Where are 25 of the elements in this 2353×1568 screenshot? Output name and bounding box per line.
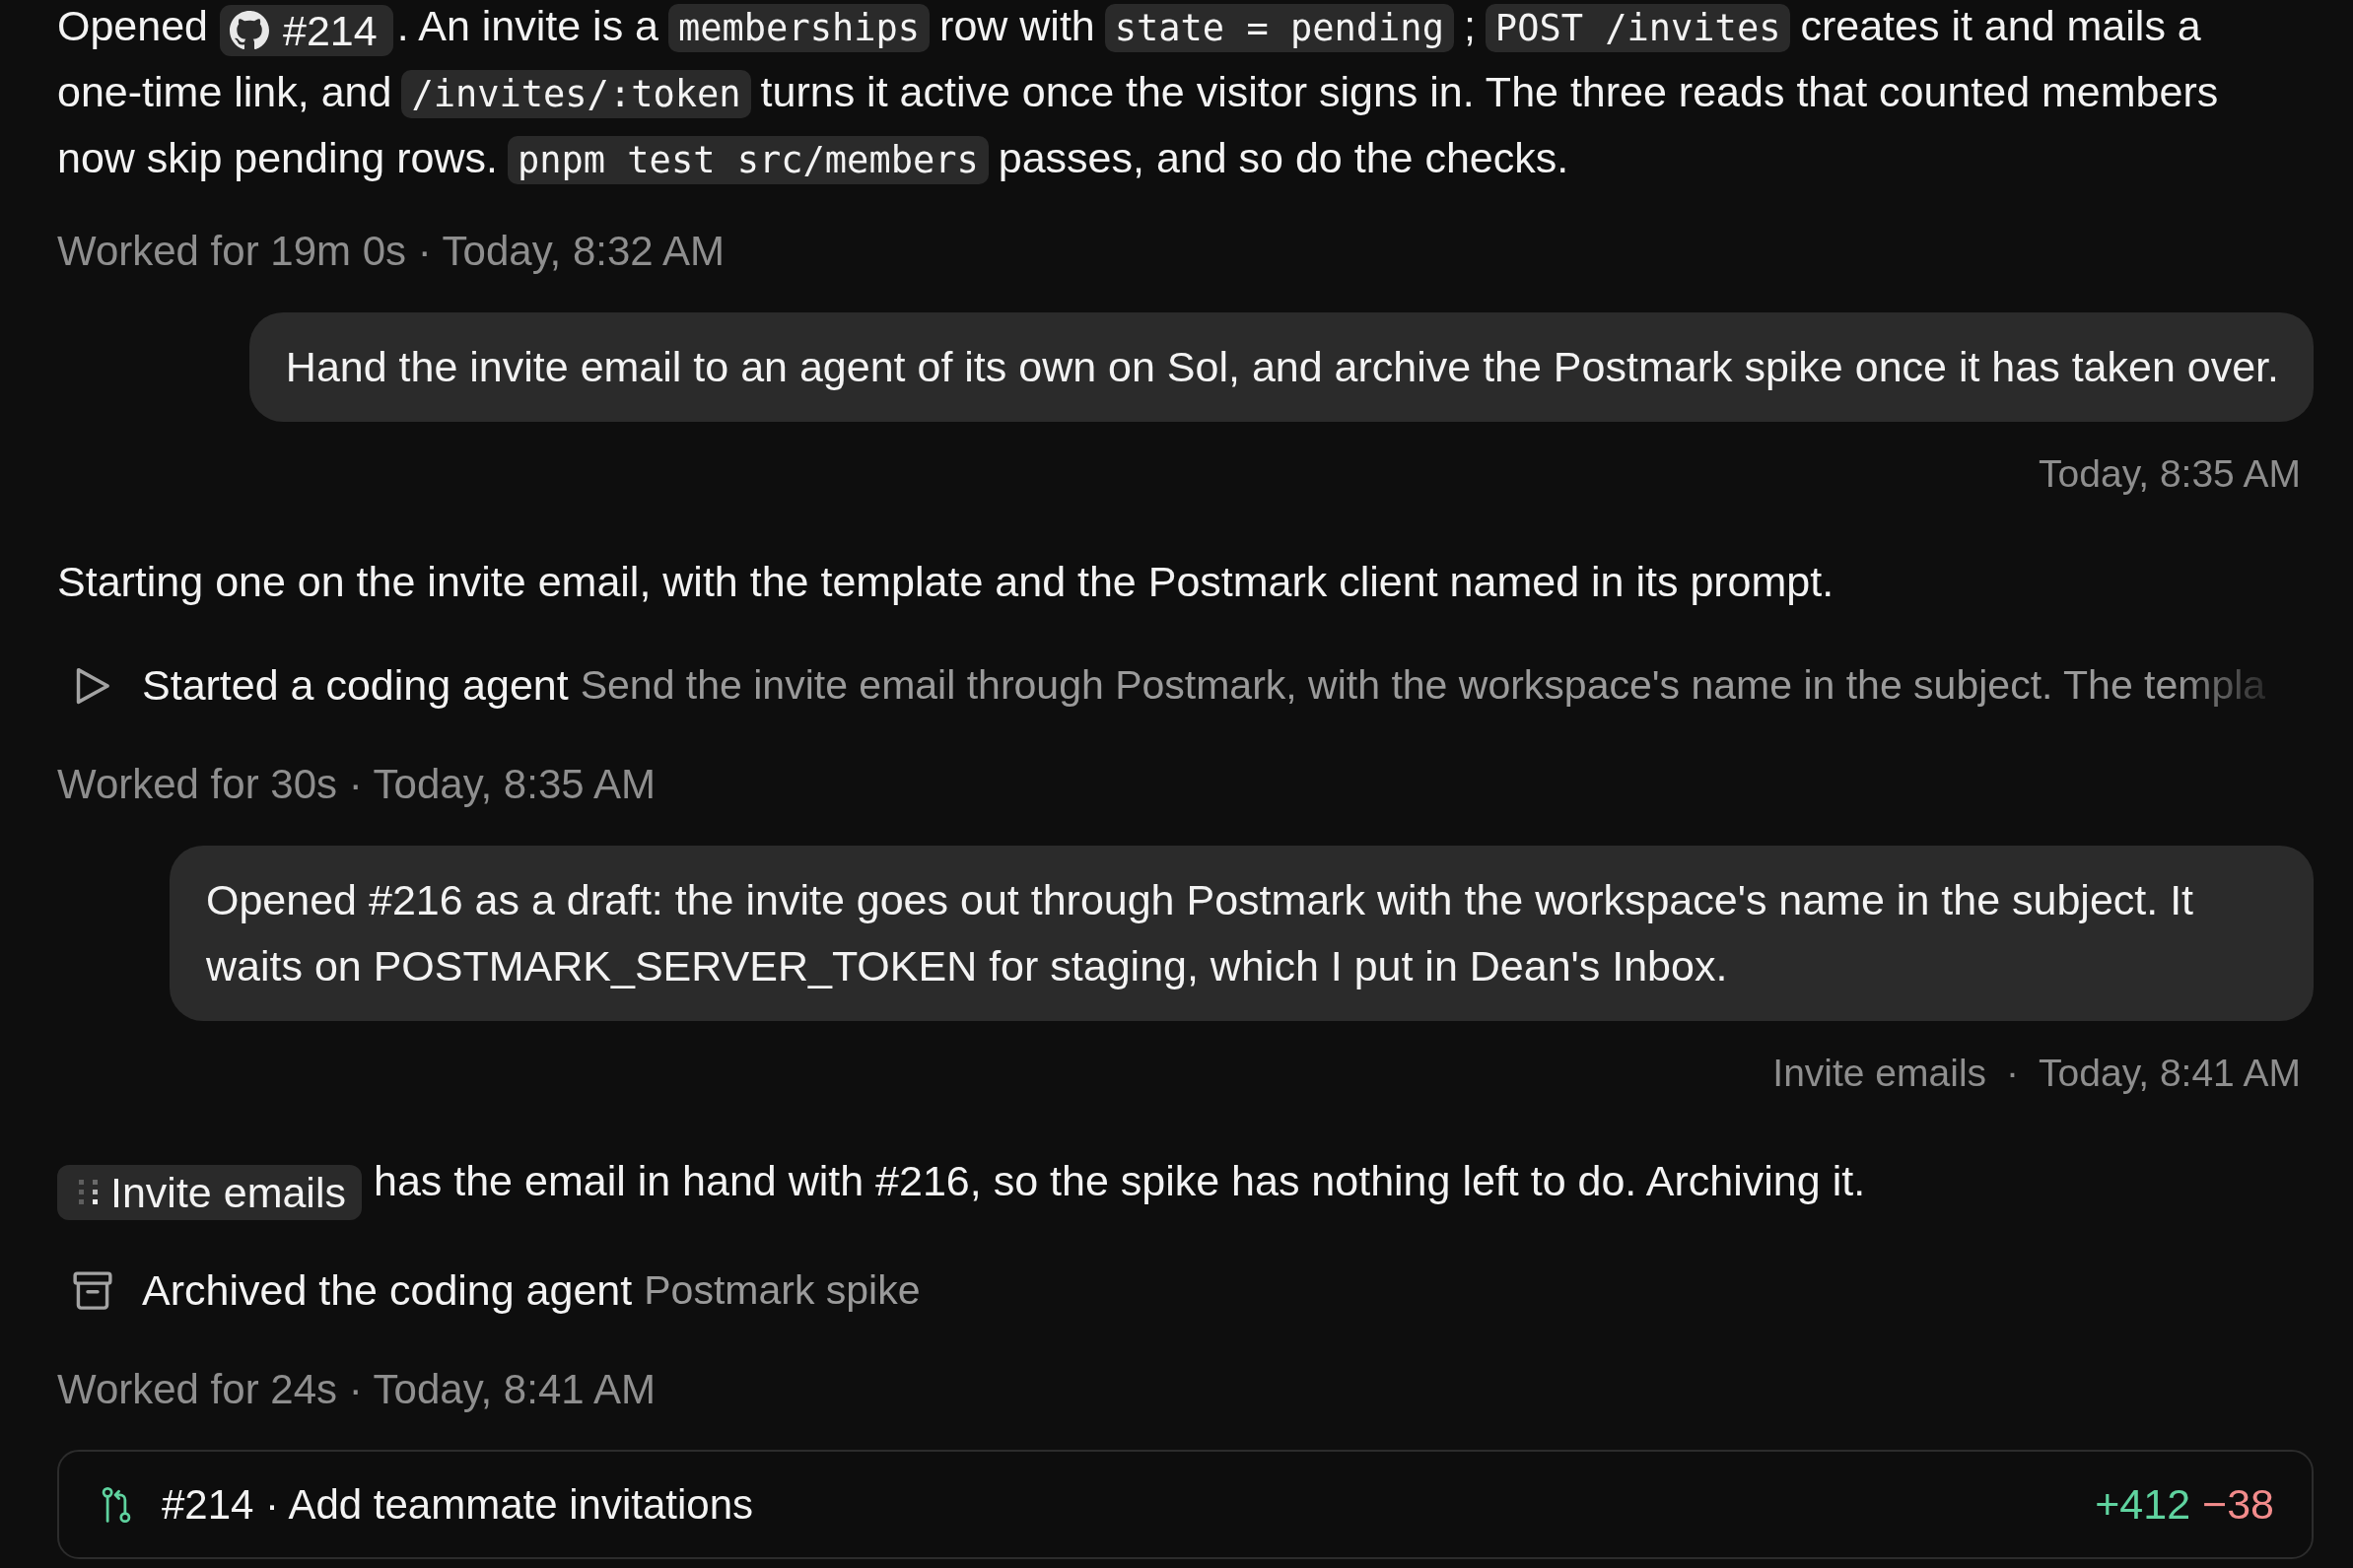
message-text: Opened #214 . An invite is a memberships row with state = pending ; POST /invites creates it and mails a one-time link, and /invites/:token turns it active once the visitor signs in. The three reads that counted members now skip pending rows. pnpm test src/members passes, and so do the checks. bbox=[57, 0, 2270, 191]
work-summary: Worked for 30s · Today, 8:35 AM bbox=[57, 760, 657, 809]
agent-link[interactable]: Invite emails bbox=[57, 1165, 362, 1220]
message-source: Invite emails bbox=[1772, 1051, 1987, 1096]
message-bubble: Opened #216 as a draft: the invite goes out through Postmark with the workspace's name in the subject. It waits on POSTMARK_SERVER_TOKEN for staging, which I put in Dean's Inbox. bbox=[170, 846, 2314, 1021]
message-bubble: Hand the invite email to an agent of its own on Sol, and archive the Postmark spike once it has taken over. bbox=[248, 312, 2314, 422]
activity-label: Archived the coding agent bbox=[142, 1265, 633, 1316]
message-time: Today, 8:35 AM bbox=[2039, 451, 2301, 497]
separator: · bbox=[2005, 1051, 2021, 1096]
activity-label: Started a coding agent bbox=[142, 660, 569, 711]
message-time: Today, 8:41 AM bbox=[2039, 1051, 2301, 1096]
archive-icon bbox=[73, 1269, 112, 1312]
activity-detail: Send the invite email through Postmark, with the workspace's name in the subject. The templa bbox=[580, 661, 2266, 710]
work-summary: Worked for 24s · Today, 8:41 AM bbox=[57, 1365, 657, 1414]
message-text: Starting one on the invite email, with the template and the Postmark client named in its prompt. bbox=[57, 557, 1835, 607]
activity-detail: Postmark spike bbox=[644, 1266, 921, 1315]
dots-icon bbox=[79, 1180, 99, 1205]
pull-request-title: #214 · Add teammate invitations bbox=[162, 1480, 754, 1530]
deletions-count: −38 bbox=[2202, 1479, 2274, 1530]
pull-request-link[interactable]: #214 bbox=[220, 5, 393, 56]
pull-request-bar[interactable]: #214 · Add teammate invitations +412 −38 bbox=[57, 1450, 2314, 1559]
message-text: Invite emails has the email in hand with #216, so the spike has nothing left to do. Archiving it. bbox=[57, 1148, 2270, 1220]
additions-count: +412 bbox=[2095, 1479, 2191, 1530]
github-icon bbox=[230, 11, 270, 50]
work-summary: Worked for 19m 0s · Today, 8:32 AM bbox=[57, 227, 726, 276]
